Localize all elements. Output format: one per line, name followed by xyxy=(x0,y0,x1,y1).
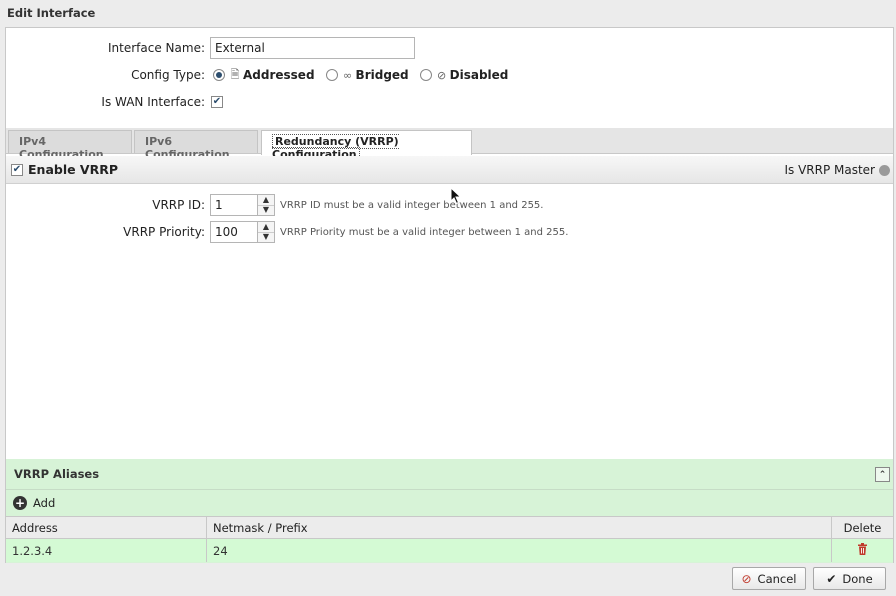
document-icon: 🗎 xyxy=(230,67,240,81)
column-header-delete: Delete xyxy=(831,517,893,538)
vrrp-priority-hint: VRRP Priority must be a valid integer be… xyxy=(280,226,569,238)
vrrp-id-hint: VRRP ID must be a valid integer between … xyxy=(280,199,544,211)
cancel-icon: ⊘ xyxy=(741,571,752,586)
option-disabled-label: Disabled xyxy=(449,68,509,82)
interface-name-row: Interface Name: xyxy=(6,37,415,59)
vrrp-header: ✔ Enable VRRP Is VRRP Master xyxy=(6,156,893,184)
add-alias-label: Add xyxy=(33,496,56,510)
vrrp-id-spin-buttons: ▲ ▼ xyxy=(258,194,275,216)
vrrp-master-indicator: Is VRRP Master xyxy=(784,156,893,184)
radio-disabled[interactable] xyxy=(419,69,432,81)
option-addressed-label: Addressed xyxy=(243,68,315,82)
config-tabbar: IPv4 Configuration IPv6 Configuration Re… xyxy=(6,128,893,162)
is-wan-checkbox[interactable]: ✔ xyxy=(211,96,223,108)
delete-cell xyxy=(831,539,893,562)
vrrp-id-input[interactable] xyxy=(210,194,258,216)
vrrp-aliases-section: VRRP Aliases ⌃ + Add Address Netmask / P… xyxy=(6,459,893,563)
collapse-icon[interactable]: ⌃ xyxy=(875,467,890,482)
config-type-label: Config Type: xyxy=(131,68,205,82)
interface-name-label: Interface Name: xyxy=(108,41,205,55)
disabled-icon: ⊘ xyxy=(437,68,447,82)
dialog-title: Edit Interface xyxy=(7,6,96,20)
vrrp-id-label: VRRP ID: xyxy=(152,198,205,212)
config-type-row: Config Type: 🗎 Addressed ∞ Bridged ⊘ Dis… xyxy=(6,64,519,86)
vrrp-priority-label: VRRP Priority: xyxy=(123,225,205,239)
done-button-label: Done xyxy=(842,571,873,586)
spin-down-icon[interactable]: ▼ xyxy=(258,206,274,216)
add-alias-button[interactable]: + Add xyxy=(6,491,55,515)
spin-up-icon[interactable]: ▲ xyxy=(258,195,274,206)
vrrp-id-spinner: ▲ ▼ xyxy=(210,194,275,216)
mouse-cursor-icon xyxy=(450,187,462,205)
vrrp-aliases-header: VRRP Aliases ⌃ xyxy=(6,459,893,490)
radio-addressed[interactable] xyxy=(213,69,225,81)
checkmark-icon: ✔ xyxy=(826,571,837,586)
link-icon: ∞ xyxy=(342,68,353,82)
column-header-netmask[interactable]: Netmask / Prefix xyxy=(206,517,831,538)
aliases-grid-header: Address Netmask / Prefix Delete xyxy=(6,516,893,539)
enable-vrrp-checkbox[interactable]: ✔ xyxy=(11,163,23,176)
cancel-button[interactable]: ⊘ Cancel xyxy=(732,567,806,590)
spin-up-icon[interactable]: ▲ xyxy=(258,222,274,233)
is-wan-label: Is WAN Interface: xyxy=(101,95,205,109)
vrrp-aliases-title: VRRP Aliases xyxy=(14,467,100,481)
vrrp-priority-input[interactable] xyxy=(210,221,258,243)
cell-address[interactable]: 1.2.3.4 xyxy=(6,539,206,562)
tab-ipv6-configuration[interactable]: IPv6 Configuration xyxy=(134,130,258,161)
vrrp-id-row: VRRP ID: ▲ ▼ VRRP ID must be a valid int… xyxy=(6,194,543,216)
spin-down-icon[interactable]: ▼ xyxy=(258,233,274,243)
plus-circle-icon: + xyxy=(13,496,27,510)
interface-name-input[interactable] xyxy=(210,37,415,59)
table-row[interactable]: 1.2.3.4 24 xyxy=(6,539,893,562)
is-wan-row: Is WAN Interface: ✔ xyxy=(6,91,223,113)
radio-bridged[interactable] xyxy=(325,69,338,81)
vrrp-priority-row: VRRP Priority: ▲ ▼ VRRP Priority must be… xyxy=(6,221,568,243)
trash-icon[interactable] xyxy=(857,543,868,558)
tab-ipv4-configuration[interactable]: IPv4 Configuration xyxy=(8,130,132,161)
enable-vrrp-label: Enable VRRP xyxy=(28,162,119,177)
cancel-button-label: Cancel xyxy=(757,571,797,586)
column-header-address[interactable]: Address xyxy=(6,517,206,538)
option-bridged-label: Bridged xyxy=(355,68,409,82)
tab-redundancy-vrrp-configuration[interactable]: Redundancy (VRRP) Configuration xyxy=(261,130,472,162)
edit-interface-panel: Interface Name: Config Type: 🗎 Addressed… xyxy=(5,27,894,563)
cell-netmask[interactable]: 24 xyxy=(206,539,831,562)
vrrp-priority-spin-buttons: ▲ ▼ xyxy=(258,221,275,243)
status-dot-icon xyxy=(879,164,890,176)
vrrp-master-label: Is VRRP Master xyxy=(784,163,875,177)
vrrp-priority-spinner: ▲ ▼ xyxy=(210,221,275,243)
done-button[interactable]: ✔ Done xyxy=(813,567,886,590)
